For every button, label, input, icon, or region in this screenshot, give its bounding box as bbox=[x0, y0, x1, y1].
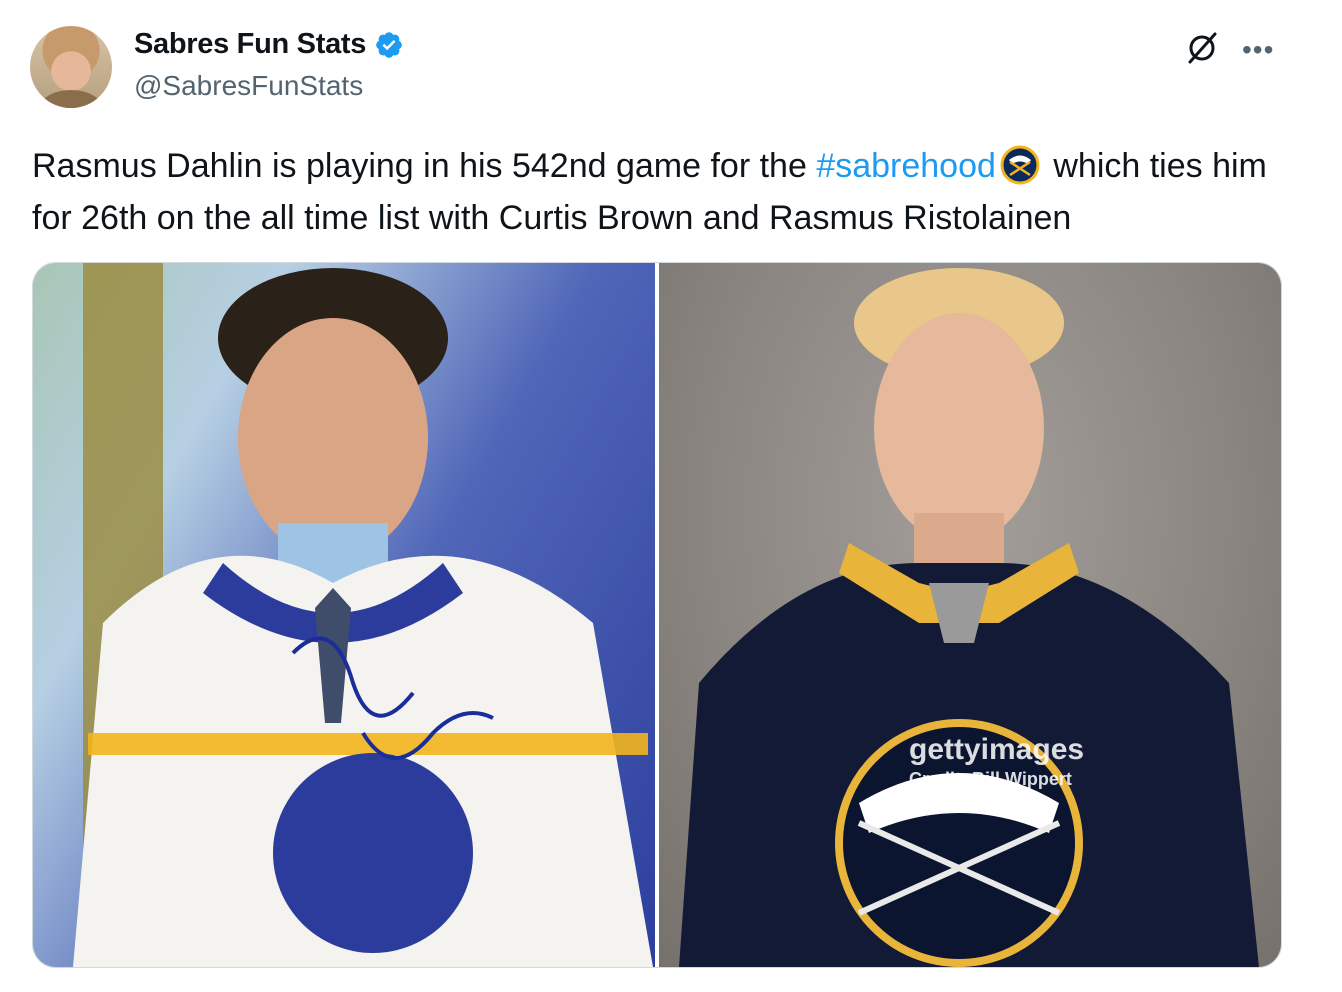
tweet-text-start: Rasmus Dahlin is playing in his 542nd ga… bbox=[32, 147, 817, 185]
watermark-credit: Credit: Bill Wippert bbox=[909, 769, 1072, 789]
getty-watermark: gettyimages Credit: Bill Wippert bbox=[909, 733, 1084, 790]
portrait-illustration bbox=[679, 268, 1259, 967]
avatar[interactable] bbox=[30, 26, 112, 108]
author-name-row: Sabres Fun Stats bbox=[134, 28, 404, 61]
trading-card-photo[interactable] bbox=[33, 263, 655, 967]
trading-card-illustration bbox=[73, 263, 653, 967]
grok-icon[interactable] bbox=[1184, 30, 1220, 66]
portrait-photo[interactable]: gettyimages Credit: Bill Wippert bbox=[659, 263, 1281, 967]
author-display-name[interactable]: Sabres Fun Stats bbox=[134, 28, 366, 61]
author-handle[interactable]: @SabresFunStats bbox=[134, 70, 363, 102]
tweet-text: Rasmus Dahlin is playing in his 542nd ga… bbox=[32, 140, 1292, 244]
media-container[interactable]: gettyimages Credit: Bill Wippert bbox=[32, 262, 1282, 968]
hashtag-link[interactable]: #sabrehood bbox=[816, 147, 996, 185]
watermark-logo: gettyimages bbox=[909, 733, 1085, 766]
sabres-logo-emoji bbox=[1000, 145, 1040, 185]
verified-badge-icon bbox=[376, 31, 402, 58]
more-options-icon[interactable]: ••• bbox=[1242, 34, 1274, 66]
